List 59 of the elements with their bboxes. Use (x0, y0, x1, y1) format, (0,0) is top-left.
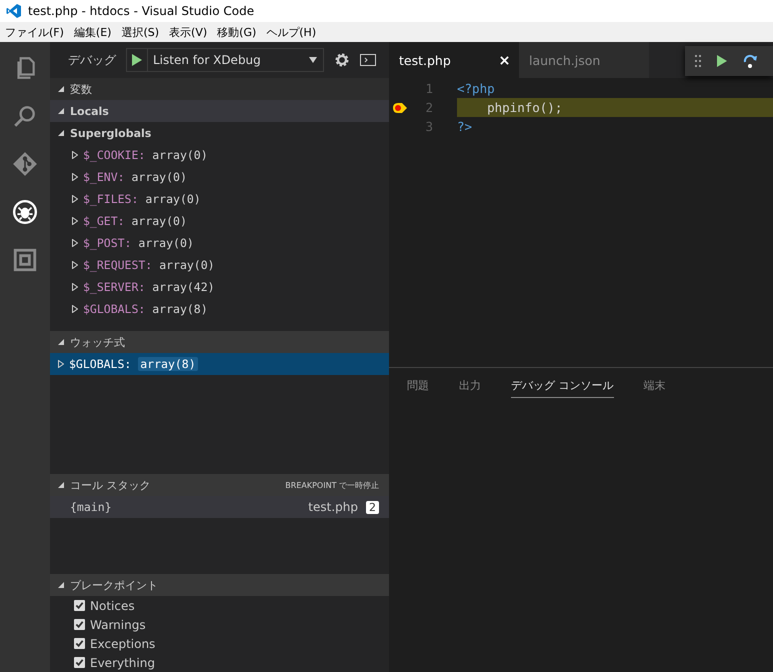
breakpoint-label: Warnings (90, 618, 146, 632)
menu-item[interactable]: 編集(E) (74, 24, 112, 40)
window-title: test.php - htdocs - Visual Studio Code (28, 4, 254, 18)
line-number-badge: 2 (366, 500, 379, 514)
configuration-dropdown[interactable]: Listen for XDebug (126, 48, 324, 72)
section-header[interactable]: 変数 (50, 78, 389, 100)
variable-row[interactable]: $_SERVER: array(42) (50, 276, 389, 298)
variable-row[interactable]: $_ENV: array(0) (50, 166, 389, 188)
checkbox[interactable] (74, 600, 85, 611)
code-line: ?> (457, 118, 474, 136)
debug-icon[interactable] (12, 198, 38, 226)
menu-item[interactable]: 表示(V) (169, 24, 208, 40)
start-icon[interactable] (132, 54, 142, 66)
checkbox[interactable] (74, 657, 85, 668)
editor-tab[interactable]: launch.json (519, 42, 649, 78)
pause-status: BREAKPOINT で一時停止 (285, 480, 379, 490)
line-number: 1 (424, 81, 433, 96)
variable-row[interactable]: $_POST: array(0) (50, 232, 389, 254)
variable-row[interactable]: $_FILES: array(0) (50, 188, 389, 210)
variable-row[interactable]: $_GET: array(0) (50, 210, 389, 232)
watch-row[interactable]: $GLOBALS: array(8) (50, 353, 389, 375)
checkbox[interactable] (74, 638, 85, 649)
section-header[interactable]: ウォッチ式 (50, 331, 389, 353)
drag-handle-icon[interactable] (695, 55, 701, 67)
close-icon[interactable] (500, 56, 509, 64)
menu-item[interactable]: 移動(G) (217, 24, 256, 40)
checkbox[interactable] (74, 619, 85, 630)
code-line: <?php (457, 80, 496, 98)
continue-icon[interactable] (717, 55, 727, 67)
panel-tab[interactable]: 端末 (644, 378, 666, 398)
stack-frame-row[interactable]: {main} test.php 2 (50, 496, 389, 518)
breakpoint-icon[interactable] (393, 102, 407, 112)
app-logo-icon (6, 3, 22, 19)
debug-label: デバッグ (68, 52, 116, 68)
menu-item[interactable]: ヘルプ(H) (266, 24, 316, 40)
line-number: 2 (424, 100, 433, 115)
git-icon[interactable] (12, 150, 38, 178)
dropdown-caret-icon (309, 57, 317, 63)
panel-tab[interactable]: デバッグ コンソール (511, 378, 614, 398)
variable-row[interactable]: $_REQUEST: array(0) (50, 254, 389, 276)
extensions-icon[interactable] (12, 246, 38, 274)
variable-row[interactable]: $_COOKIE: array(0) (50, 144, 389, 166)
scope-row[interactable]: Superglobals (50, 122, 389, 144)
editor-tab[interactable]: test.php (389, 42, 519, 78)
section-header[interactable]: ブレークポイント (50, 574, 389, 596)
panel-tab[interactable]: 出力 (459, 378, 481, 398)
variable-row[interactable]: $GLOBALS: array(8) (50, 298, 389, 320)
console-icon[interactable] (360, 54, 376, 66)
panel-tab[interactable]: 問題 (407, 378, 429, 398)
breakpoint-label: Everything (90, 656, 155, 670)
scope-row[interactable]: Locals (50, 100, 389, 122)
settings-icon[interactable] (334, 52, 350, 68)
breakpoint-label: Notices (90, 598, 135, 612)
menu-item[interactable]: 選択(S) (121, 24, 160, 40)
section-header[interactable]: コール スタック BREAKPOINT で一時停止 (50, 474, 389, 496)
menu-item[interactable]: ファイル(F) (5, 24, 64, 40)
breakpoint-label: Exceptions (90, 636, 156, 650)
line-number: 3 (424, 119, 433, 134)
step-over-icon[interactable] (743, 54, 757, 68)
